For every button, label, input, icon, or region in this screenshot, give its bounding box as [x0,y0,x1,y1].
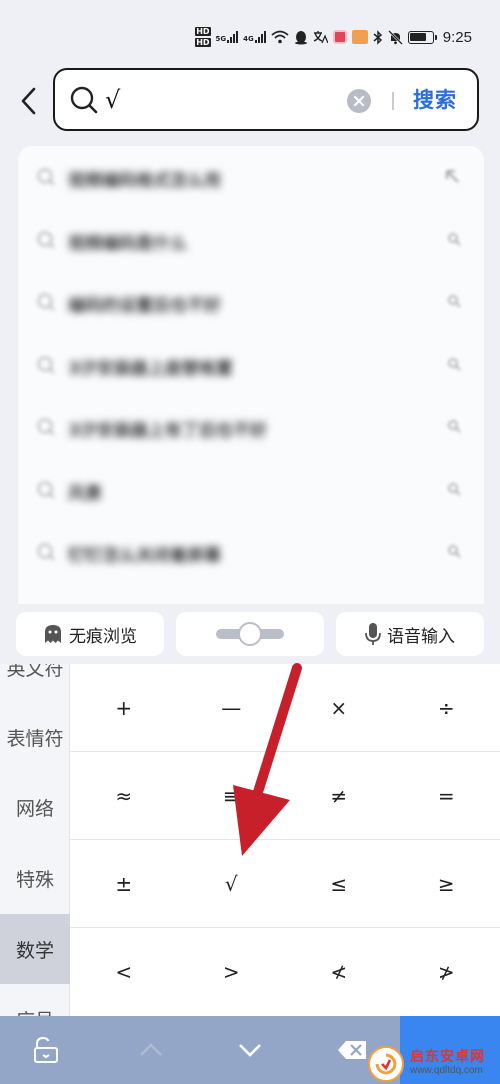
signal-4g-icon: 4G [243,31,266,43]
symbol-key[interactable]: ≥ [393,840,500,928]
search-icon [36,292,56,316]
arrow-up-left-icon[interactable] [444,168,462,190]
cursor-up-button[interactable] [134,1034,168,1066]
hd-indicator: HD HD [195,27,211,47]
signal-5g-icon: 5G [216,31,239,43]
symbol-key[interactable]: — [178,664,286,752]
symbol-key[interactable]: ≈ [70,752,178,840]
history-item[interactable]: 3汐安装器上座替格置 [18,334,484,397]
search-input[interactable] [105,79,335,120]
search-icon [36,542,56,566]
symbol-keyboard: 英文符 表情符 网络 特殊 数学 序号 + — × ÷ ≈ ≡ ≠ = ± √ … [0,664,500,1016]
category-numbering[interactable]: 序号 [0,984,70,1017]
history-item[interactable]: 视频编码是什么 [18,209,484,272]
history-item[interactable]: 钉钉怎么关闭着屏幕 [18,521,484,584]
search-divider [392,92,394,110]
category-english-symbols[interactable]: 英文符 [0,664,70,702]
wifi-icon [271,30,289,44]
symbol-key[interactable]: ± [70,840,178,928]
app-notification-icon [332,30,347,44]
search-small-icon [446,231,462,251]
chevron-up-icon [140,1043,162,1056]
search-small-icon [446,293,462,313]
backspace-icon [338,1041,366,1059]
search-icon [36,417,56,441]
category-emoticons[interactable]: 表情符 [0,702,70,772]
history-item[interactable]: 3汐安装器上有了后也不好 [18,396,484,459]
keyboard-mode-toggle[interactable] [176,612,324,656]
watermark-logo-icon [368,1046,404,1082]
incognito-button[interactable]: 无痕浏览 [16,612,164,656]
symbol-key[interactable]: √ [178,840,286,928]
chevron-left-icon [21,87,36,115]
history-item[interactable]: 视频编码格式怎么用 [18,146,484,209]
translate-icon [313,30,328,44]
search-icon [69,85,99,115]
symbol-key[interactable]: < [70,928,178,1016]
symbol-category-list: 英文符 表情符 网络 特殊 数学 序号 [0,664,70,1016]
close-icon [353,95,365,107]
symbol-key[interactable]: × [285,664,393,752]
search-icon [36,355,56,379]
category-special[interactable]: 特殊 [0,843,70,913]
search-small-icon [446,418,462,438]
search-icon [36,230,56,254]
symbol-key[interactable]: ≠ [285,752,393,840]
search-icon [36,167,56,191]
bluetooth-icon [373,29,383,45]
search-box[interactable]: 搜索 [53,68,479,131]
history-item[interactable]: 风景 [18,459,484,522]
search-small-icon [446,481,462,501]
watermark-name: 启东安卓网 [410,1049,485,1065]
symbol-grid: + — × ÷ ≈ ≡ ≠ = ± √ ≤ ≥ < > ≮ ≯ [70,664,500,1016]
category-math[interactable]: 数学 [0,914,70,984]
clear-button[interactable] [347,89,371,113]
site-watermark: 启东安卓网 www.qdltdq.com [368,1046,485,1082]
symbol-key[interactable]: ÷ [393,664,500,752]
search-small-icon [446,356,462,376]
ghost-icon [45,625,61,643]
category-network[interactable]: 网络 [0,772,70,842]
symbol-key[interactable]: ≤ [285,840,393,928]
qq-icon [294,30,308,45]
toggle-switch-icon [216,622,284,646]
mute-bell-icon [387,29,403,45]
chevron-down-icon [239,1044,261,1057]
status-bar: HD HD 5G 4G 9:25 [0,0,500,62]
battery-icon [407,30,437,44]
back-button[interactable] [14,84,42,118]
symbol-key[interactable]: > [178,928,286,1016]
unlock-button[interactable] [28,1034,64,1066]
history-item[interactable]: 编码的设置后也不好 [18,271,484,334]
status-time: 9:25 [442,28,472,46]
status-icons: HD HD 5G 4G 9:25 [195,22,472,52]
search-submit-button[interactable]: 搜索 [413,84,457,114]
symbol-key[interactable]: ≮ [285,928,393,1016]
keyboard-toolbar: 无痕浏览 语音输入 [0,604,500,664]
gallery-notification-icon [351,30,368,44]
symbol-key[interactable]: ≯ [393,928,500,1016]
delete-button[interactable] [332,1034,372,1066]
symbol-key[interactable]: ≡ [178,752,286,840]
search-icon [36,480,56,504]
cursor-down-button[interactable] [233,1034,267,1066]
symbol-key[interactable]: = [393,752,500,840]
voice-input-button[interactable]: 语音输入 [336,612,484,656]
search-history-list: 视频编码格式怎么用 视频编码是什么 编码的设置后也不好 3汐安装器上座替格置 3… [18,146,484,616]
watermark-url: www.qdltdq.com [410,1065,483,1076]
search-small-icon [446,543,462,563]
unlock-icon [34,1036,58,1063]
microphone-icon [365,623,381,645]
symbol-key[interactable]: + [70,664,178,752]
